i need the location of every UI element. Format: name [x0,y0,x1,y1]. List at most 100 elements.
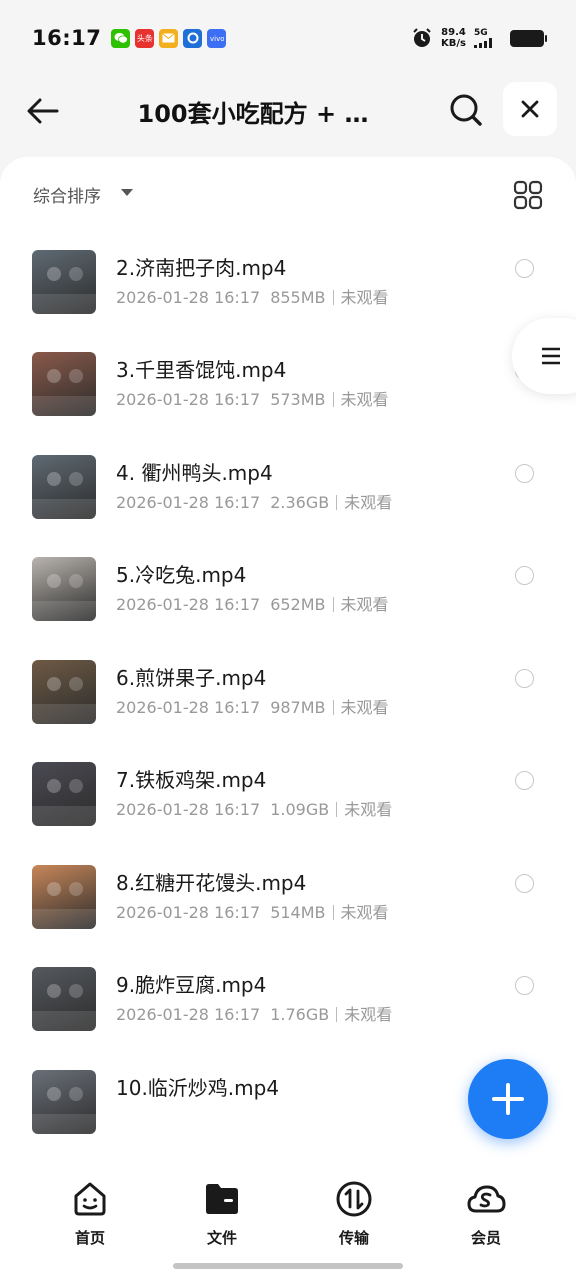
watch-status: 未观看 [340,595,389,614]
alarm-icon [413,28,431,47]
video-thumbnail[interactable] [32,557,96,621]
file-meta: 2026-01-28 16:17 514MB 未观看 [116,899,389,923]
file-name[interactable]: 3.千里香馄饨.mp4 [116,354,286,383]
file-row[interactable]: 8.红糖开花馒头.mp4 2026-01-28 16:17 514MB 未观看 [0,845,576,947]
signal-icon [474,38,492,48]
folder-icon [206,1184,238,1214]
file-row[interactable]: 2.济南把子肉.mp4 2026-01-28 16:17 855MB 未观看 [0,230,576,332]
file-size: 855MB [270,287,326,307]
file-meta: 2026-01-28 16:17 987MB 未观看 [116,694,389,718]
file-size: 987MB [270,697,326,717]
svg-text:vivo: vivo [210,35,224,42]
meta-divider [332,699,334,715]
file-date: 2026-01-28 16:17 [116,902,261,922]
close-button[interactable] [503,82,557,136]
nav-home[interactable]: 首页 [40,1179,140,1248]
file-size: 2.36GB [270,492,330,512]
bank-icon [183,28,203,48]
file-list-panel: 综合排序 1.油饼.mp42026-01-28 16:17676MB未观看2.济… [0,157,576,1167]
video-thumbnail[interactable] [32,967,96,1031]
watch-status: 未观看 [340,390,389,409]
caret-down-icon[interactable] [121,189,133,196]
file-name[interactable]: 6.煎饼果子.mp4 [116,662,266,691]
bottom-nav: 首页 文件 传输 会员 [0,1167,576,1280]
back-button[interactable] [22,90,64,132]
toutiao-label: 头条 [136,33,153,43]
page-title: 100套小吃配方 + … [137,100,369,128]
video-thumbnail[interactable] [32,864,96,929]
file-meta: 2026-01-28 16:17 1.09GB 未观看 [116,796,392,820]
meta-divider [332,597,334,612]
file-name[interactable]: 10.临沂炒鸡.mp4 [116,1072,279,1101]
file-size: 652MB [270,595,326,614]
meta-divider [332,289,334,305]
video-thumbnail[interactable] [32,454,96,519]
status-time: 16:17 [32,26,102,50]
battery-icon [510,29,547,47]
file-meta: 2026-01-28 16:17 652MB 未观看 [116,591,389,615]
close-icon [521,100,539,118]
transfer-icon [336,1181,372,1217]
sort-bar: 综合排序 [0,157,576,227]
video-thumbnail[interactable] [32,762,96,826]
network-speed: 89.4 KB/s [441,27,466,49]
speed-value: 89.4 [441,27,466,38]
select-radio[interactable] [515,258,534,278]
file-date: 2026-01-28 16:17 [116,595,261,614]
vivo-icon: vivo [207,28,227,48]
file-row[interactable]: 9.脆炸豆腐.mp4 2026-01-28 16:17 1.76GB 未观看 [0,947,576,1049]
video-thumbnail[interactable] [32,249,96,314]
file-meta [116,1104,126,1123]
meta-divider [336,802,338,817]
file-name[interactable]: 5.冷吃兔.mp4 [116,559,246,588]
signal-block: 5G [474,28,502,48]
file-row[interactable]: 5.冷吃兔.mp4 2026-01-28 16:17 652MB 未观看 [0,537,576,639]
video-thumbnail[interactable] [32,352,96,416]
wechat-icon [111,28,131,48]
file-name[interactable]: 8.红糖开花馒头.mp4 [116,867,306,896]
grid-view-icon[interactable] [512,179,544,211]
arrow-left-icon [27,98,59,124]
meta-divider [336,494,338,510]
file-row[interactable]: 7.铁板鸡架.mp4 2026-01-28 16:17 1.09GB 未观看 [0,742,576,844]
file-row[interactable]: 4. 衢州鸭头.mp4 2026-01-28 16:17 2.36GB 未观看 [0,435,576,537]
file-row[interactable]: 3.千里香馄饨.mp4 2026-01-28 16:17 573MB 未观看 [0,332,576,434]
select-radio[interactable] [515,668,534,688]
nav-vip-label: 会员 [470,1229,501,1247]
file-meta: 2026-01-28 16:17 573MB 未观看 [116,386,389,410]
video-thumbnail[interactable] [32,1069,96,1134]
nav-files[interactable]: 文件 [172,1179,272,1248]
watch-status: 未观看 [340,902,389,922]
file-size: 514MB [270,902,326,922]
watch-status: 未观看 [344,1005,393,1024]
file-date: 2026-01-28 16:17 [116,390,261,409]
watch-status: 未观看 [340,287,389,307]
file-meta: 2026-01-28 16:17 855MB 未观看 [116,284,389,308]
cloud-vip-icon [467,1185,506,1213]
file-name[interactable]: 9.脆炸豆腐.mp4 [116,969,266,998]
home-indicator[interactable] [173,1263,403,1269]
network-type: 5G [474,28,488,38]
select-radio[interactable] [515,976,534,995]
file-name[interactable]: 2.济南把子肉.mp4 [116,252,286,281]
notification-icons: 头条 vivo [111,28,227,48]
file-date: 2026-01-28 16:17 [116,1005,261,1024]
file-date: 2026-01-28 16:17 [116,697,261,717]
nav-vip[interactable]: 会员 [436,1179,536,1248]
select-radio[interactable] [515,463,534,483]
select-radio[interactable] [515,771,534,790]
toutiao-icon: 头条 [135,28,155,48]
select-radio[interactable] [515,873,534,893]
file-name[interactable]: 7.铁板鸡架.mp4 [116,764,266,793]
select-radio[interactable] [515,566,534,585]
file-meta: 2026-01-28 16:17 1.76GB 未观看 [116,1001,392,1025]
search-button[interactable] [444,88,488,132]
sort-dropdown[interactable]: 综合排序 [33,182,101,207]
video-thumbnail[interactable] [32,659,96,724]
nav-transfer[interactable]: 传输 [304,1179,404,1248]
file-name[interactable]: 4. 衢州鸭头.mp4 [116,457,273,486]
menu-lines-icon [542,347,560,365]
add-button[interactable] [468,1059,548,1139]
file-row[interactable]: 6.煎饼果子.mp4 2026-01-28 16:17 987MB 未观看 [0,640,576,742]
file-size: 1.09GB [270,800,330,819]
